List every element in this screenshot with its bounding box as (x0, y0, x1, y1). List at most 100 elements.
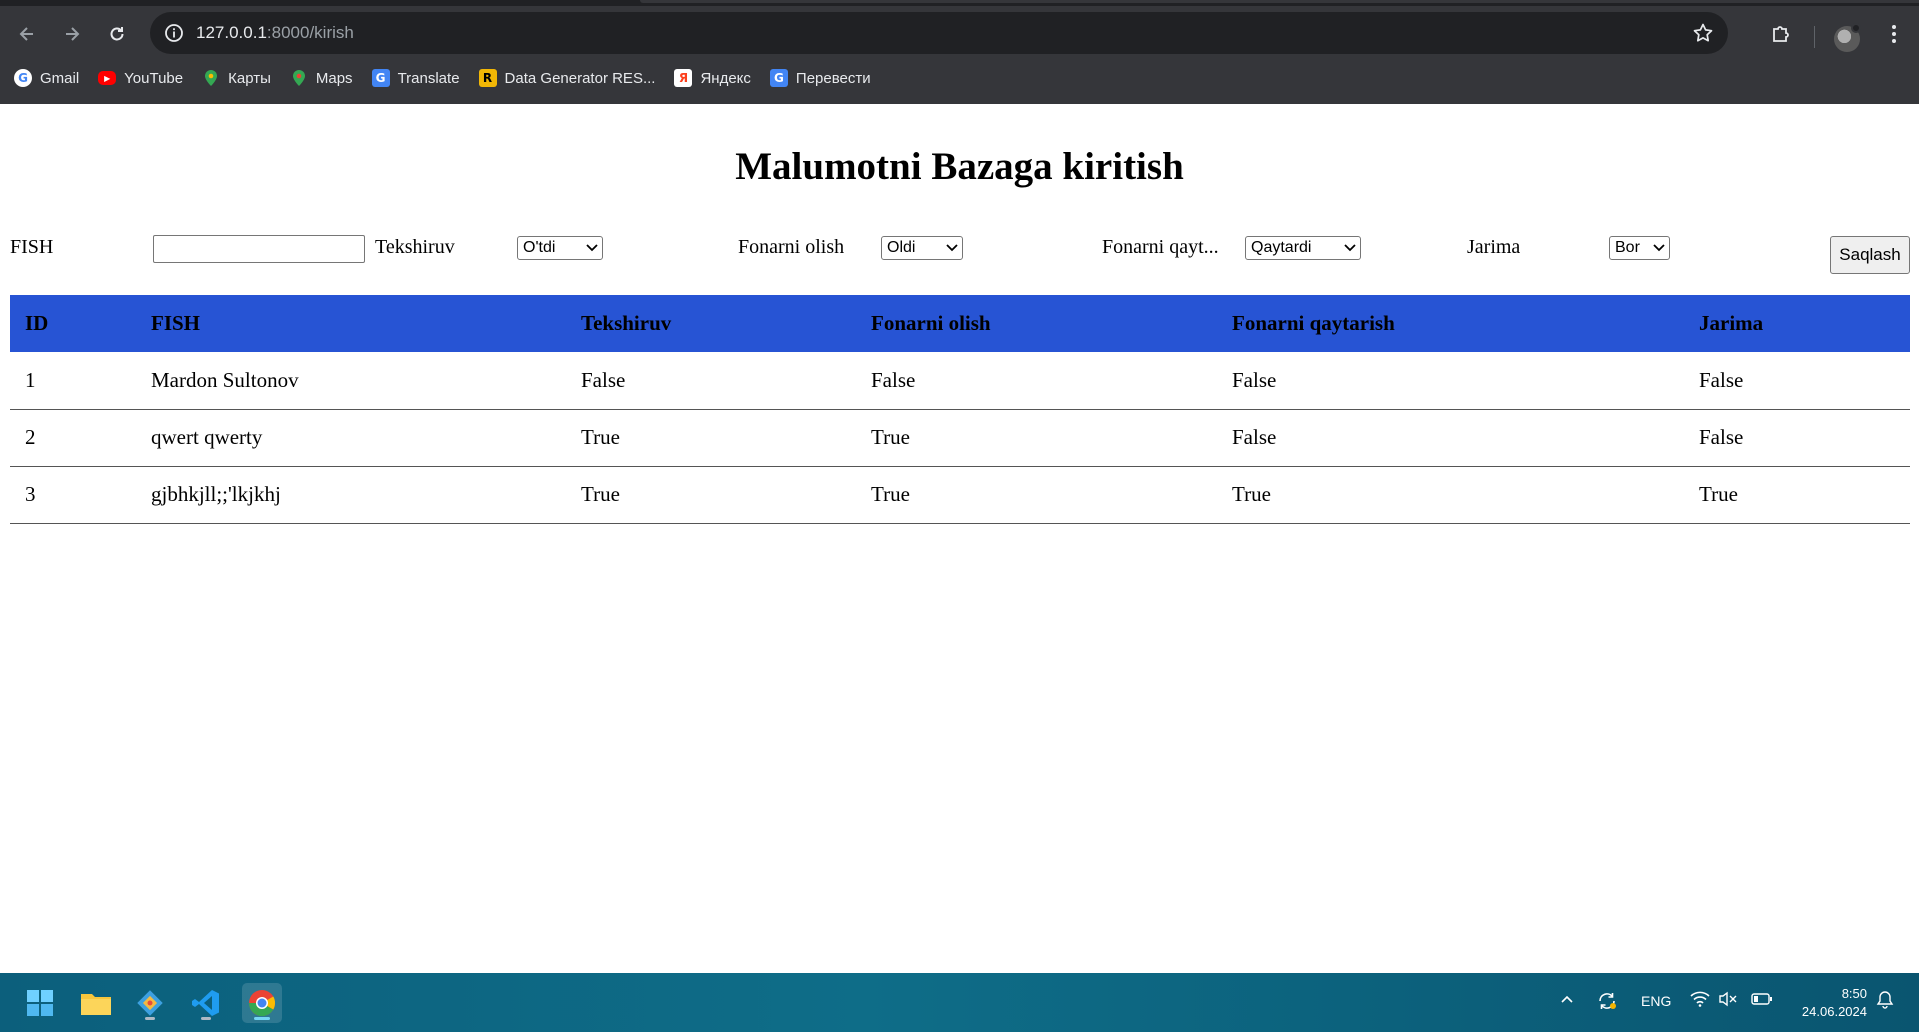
save-button[interactable]: Saqlash (1830, 236, 1910, 274)
header-jarima[interactable]: Jarima (1684, 295, 1910, 352)
running-indicator (145, 1017, 155, 1020)
arrow-left-icon (19, 27, 33, 41)
bookmark-gmail[interactable]: G Gmail (14, 64, 79, 92)
system-clock[interactable]: 8:50 24.06.2024 (1802, 985, 1867, 1021)
battery-icon[interactable] (1751, 992, 1773, 1009)
bookmark-star-icon[interactable] (1692, 22, 1714, 44)
table-row[interactable]: 3 gjbhkjll;;'lkjkhj True True True True (10, 466, 1910, 524)
sync-icon[interactable] (1596, 990, 1618, 1015)
bookmark-translate[interactable]: G Translate (371, 64, 460, 92)
bookmarks-bar: G Gmail ▶ YouTube Карты Maps G Translate… (0, 64, 1919, 92)
reload-icon (110, 27, 124, 41)
fonarni-qaytarish-selected: Qaytardi (1251, 239, 1312, 256)
header-fish[interactable]: FISH (136, 295, 566, 352)
forward-button[interactable] (54, 16, 90, 52)
google-icon: G (14, 69, 32, 87)
page-content: Malumotni Bazaga kiritish FISH Tekshiruv… (0, 104, 1919, 973)
entry-form: FISH Tekshiruv O'tdi Fonarni olish Oldi … (10, 230, 1910, 280)
puzzle-icon (1773, 26, 1789, 42)
taskbar-vscode[interactable] (186, 983, 226, 1023)
active-tab-edge[interactable] (640, 0, 1919, 3)
cell-fish: Mardon Sultonov (136, 352, 566, 410)
back-button[interactable] (9, 16, 45, 52)
chevron-down-icon (1340, 237, 1360, 259)
language-indicator[interactable]: ENG (1641, 993, 1671, 1009)
tab-strip (0, 0, 1919, 6)
r-logo-icon: R (478, 69, 497, 87)
reload-button[interactable] (99, 16, 135, 52)
chevron-up-icon[interactable] (1559, 991, 1575, 1010)
table-header-row: ID FISH Tekshiruv Fonarni olish Fonarni … (10, 295, 1910, 352)
taskbar-chrome[interactable] (242, 983, 282, 1023)
fonarni-olish-label: Fonarni olish (738, 236, 845, 258)
bookmark-label: Перевести (795, 69, 871, 87)
bookmark-yandex[interactable]: Я Яндекс (674, 64, 751, 92)
cell-fonarni-qaytarish: False (1217, 352, 1684, 410)
maps-pin-icon (290, 69, 308, 87)
jarima-label: Jarima (1467, 236, 1521, 258)
folder-icon (81, 994, 111, 1015)
bookmark-karty[interactable]: Карты (202, 64, 271, 92)
header-tekshiruv[interactable]: Tekshiruv (566, 295, 856, 352)
start-button[interactable] (20, 983, 60, 1023)
chevron-down-icon (1649, 237, 1669, 259)
address-bar[interactable]: 127.0.0.1:8000/kirish (150, 12, 1728, 54)
fonarni-qaytarish-select[interactable]: Qaytardi (1245, 236, 1361, 260)
fish-input[interactable] (153, 235, 365, 263)
cell-fonarni-olish: False (856, 352, 1217, 410)
tekshiruv-selected: O'tdi (523, 239, 556, 256)
vscode-icon (192, 990, 219, 1016)
browser-chrome: 127.0.0.1:8000/kirish G Gmail ▶ YouTube … (0, 0, 1919, 104)
speaker-muted-icon[interactable] (1718, 991, 1738, 1010)
menu-button[interactable] (1876, 16, 1912, 52)
bookmark-label: Яндекс (700, 69, 751, 87)
wifi-icon[interactable] (1690, 991, 1710, 1010)
tekshiruv-label: Tekshiruv (375, 236, 455, 258)
cell-id: 3 (10, 466, 136, 524)
bookmark-label: Карты (228, 69, 271, 87)
arrow-right-icon (66, 27, 80, 41)
jarima-selected: Bor (1615, 239, 1640, 256)
url-path: :8000/kirish (266, 23, 354, 42)
extensions-button[interactable] (1763, 16, 1799, 52)
fish-label: FISH (10, 236, 54, 258)
cell-fish: gjbhkjll;;'lkjkhj (136, 466, 566, 524)
table-row[interactable]: 1 Mardon Sultonov False False False Fals… (10, 352, 1910, 410)
running-indicator (201, 1017, 211, 1020)
taskbar-git-app[interactable] (130, 983, 170, 1023)
cell-tekshiruv: False (566, 352, 856, 410)
cell-fonarni-olish: True (856, 466, 1217, 524)
yandex-icon: Я (674, 69, 693, 87)
bookmark-label: Translate (397, 69, 460, 87)
jarima-select[interactable]: Bor (1609, 236, 1670, 260)
bookmark-label: Maps (315, 69, 353, 87)
table-row[interactable]: 2 qwert qwerty True True False False (10, 409, 1910, 467)
notification-bell-icon[interactable] (1876, 990, 1894, 1013)
windows-taskbar: ENG 8:50 24.06.2024 (0, 973, 1919, 1032)
youtube-icon: ▶ (98, 71, 117, 85)
bookmark-maps[interactable]: Maps (290, 64, 353, 92)
cell-id: 1 (10, 352, 136, 410)
site-info-icon[interactable] (164, 23, 184, 43)
bookmark-youtube[interactable]: ▶ YouTube (98, 64, 183, 92)
url-text[interactable]: 127.0.0.1:8000/kirish (196, 23, 354, 43)
fonarni-qaytarish-label: Fonarni qayt... (1102, 236, 1219, 258)
bookmark-data-generator[interactable]: R Data Generator RES... (478, 64, 656, 92)
records-table: ID FISH Tekshiruv Fonarni olish Fonarni … (10, 295, 1910, 524)
chevron-down-icon (582, 237, 602, 259)
header-id[interactable]: ID (10, 295, 136, 352)
cell-id: 2 (10, 409, 136, 467)
bookmark-label: Data Generator RES... (504, 69, 656, 87)
windows-logo-icon (27, 990, 53, 1016)
header-fonarni-qaytarish[interactable]: Fonarni qaytarish (1217, 295, 1684, 352)
tekshiruv-select[interactable]: O'tdi (517, 236, 603, 260)
header-fonarni-olish[interactable]: Fonarni olish (856, 295, 1217, 352)
cell-tekshiruv: True (566, 409, 856, 467)
cell-fonarni-qaytarish: True (1217, 466, 1684, 524)
maps-pin-icon (202, 69, 220, 87)
cell-fish: qwert qwerty (136, 409, 566, 467)
bookmark-perevesti[interactable]: G Перевести (769, 64, 871, 92)
kebab-menu-icon (1892, 25, 1896, 43)
fonarni-olish-select[interactable]: Oldi (881, 236, 963, 260)
taskbar-file-explorer[interactable] (76, 983, 116, 1023)
